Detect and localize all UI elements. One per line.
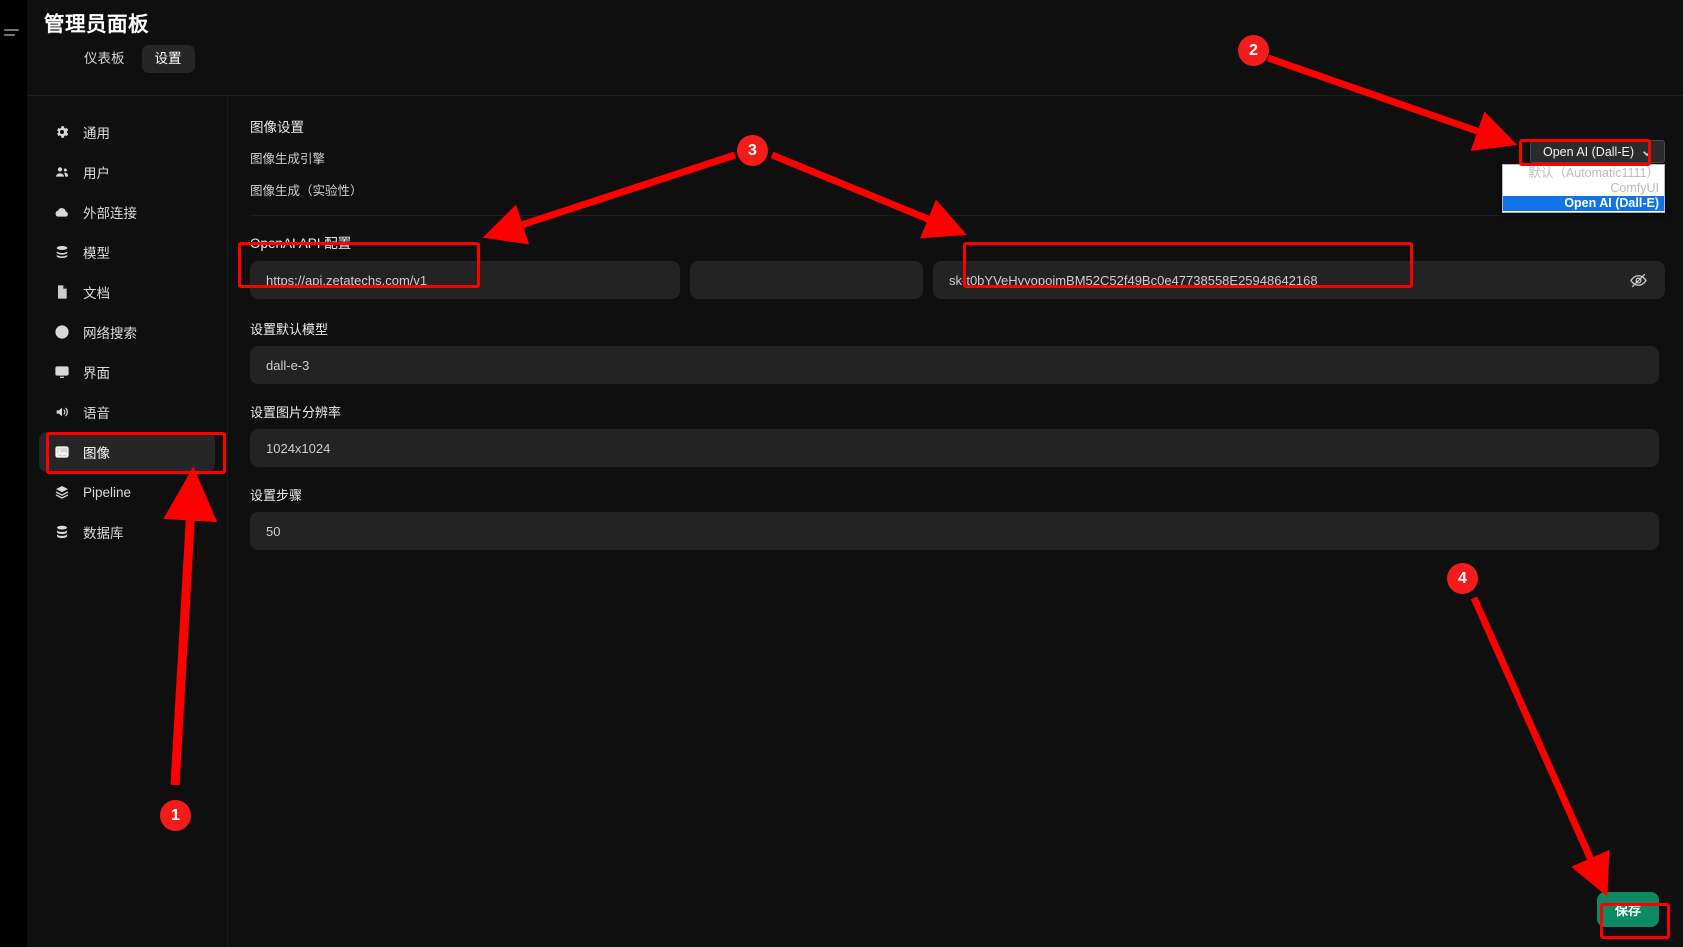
sidebar-item-general[interactable]: 通用	[39, 112, 215, 152]
sidebar-item-label: 用户	[83, 166, 110, 181]
tab-settings[interactable]: 设置	[141, 45, 195, 73]
experimental-row-label: 图像生成（实验性）	[250, 183, 363, 198]
sidebar-item-label: Pipeline	[83, 484, 132, 500]
sidebar-item-label: 文档	[83, 286, 110, 301]
api-field-spacer	[690, 261, 923, 299]
page-title: 管理员面板	[44, 13, 149, 36]
sidebar-item-documents[interactable]: 文档	[39, 272, 215, 312]
image-config-fields: 设置默认模型 dall-e-3 设置图片分辨率 1024x1024 设置步骤 5…	[238, 319, 1665, 550]
settings-sidebar: 通用 用户 外部连接 模型 文档 网络搜索 界面 语音 图像 Pipeline …	[27, 96, 228, 947]
section-divider	[250, 215, 1653, 216]
sidebar-item-label: 外部连接	[83, 206, 137, 221]
image-size-input[interactable]: 1024x1024	[250, 429, 1659, 467]
sidebar-item-label: 网络搜索	[83, 326, 137, 341]
image-engine-option-comfyui[interactable]: ComfyUI	[1503, 181, 1664, 196]
speaker-icon	[53, 403, 71, 421]
users-icon	[53, 163, 71, 181]
monitor-icon	[53, 363, 71, 381]
api-section-title: OpenAI API 配置	[250, 236, 352, 251]
save-button[interactable]: 保存	[1596, 892, 1659, 927]
engine-row: 图像生成引擎	[238, 145, 1665, 169]
sidebar-item-label: 通用	[83, 126, 110, 141]
api-key-input[interactable]: sk-t0bYVeHvyopoimBM52C52f49Bc0e47738558E…	[933, 261, 1665, 299]
tab-dashboard[interactable]: 仪表板	[71, 45, 138, 73]
image-engine-option-openai-dalle[interactable]: Open AI (Dall-E)	[1503, 196, 1664, 211]
api-field-row: https://api.zetatechs.com/v1 sk-t0bYVeHv…	[238, 261, 1665, 299]
cloud-icon	[53, 203, 71, 221]
image-engine-select-value: Open AI (Dall-E)	[1542, 144, 1634, 159]
sidebar-item-external-connections[interactable]: 外部连接	[39, 192, 215, 232]
gear-icon	[53, 123, 71, 141]
sidebar-item-label: 界面	[83, 366, 110, 381]
experimental-row: 图像生成（实验性）	[238, 177, 1665, 201]
admin-panel-window: 管理员面板 仪表板 设置 通用 用户 外部连接 模型 文档 网络搜索 界面 语音…	[0, 0, 1683, 947]
left-rail	[0, 0, 27, 947]
document-icon	[53, 283, 71, 301]
sidebar-item-interface[interactable]: 界面	[39, 352, 215, 392]
chevron-down-icon	[1642, 147, 1652, 157]
sidebar-item-models[interactable]: 模型	[39, 232, 215, 272]
sidebar-item-label: 数据库	[83, 526, 124, 541]
globe-icon	[53, 323, 71, 341]
sidebar-item-label: 图像	[83, 446, 110, 461]
api-base-url-input[interactable]: https://api.zetatechs.com/v1	[250, 261, 680, 299]
section-title: 图像设置	[250, 120, 304, 135]
sidebar-item-users[interactable]: 用户	[39, 152, 215, 192]
layers-icon	[53, 243, 71, 261]
panel-toggle-icon[interactable]	[4, 26, 22, 42]
steps-label: 设置步骤	[250, 488, 303, 503]
default-model-input[interactable]: dall-e-3	[250, 346, 1659, 384]
image-icon	[53, 443, 71, 461]
api-key-value: sk-t0bYVeHvyopoimBM52C52f49Bc0e47738558E…	[949, 272, 1318, 288]
sidebar-item-web-search[interactable]: 网络搜索	[39, 312, 215, 352]
image-settings-panel: 图像设置 图像生成引擎 图像生成（实验性） OpenAI API 配置 http…	[228, 96, 1683, 947]
sidebar-item-label: 模型	[83, 246, 110, 261]
page-header: 管理员面板 仪表板 设置	[27, 0, 1683, 95]
sidebar-item-audio[interactable]: 语音	[39, 392, 215, 432]
tabbar: 仪表板 设置	[71, 45, 195, 73]
image-engine-option-automatic1111[interactable]: 默认（Automatic1111）	[1503, 166, 1664, 181]
sidebar-item-label: 语音	[83, 406, 110, 421]
eye-off-icon[interactable]	[1627, 269, 1649, 291]
default-model-label: 设置默认模型	[250, 322, 329, 337]
sidebar-item-database[interactable]: 数据库	[39, 512, 215, 552]
image-engine-select-wrap: Open AI (Dall-E) 默认（Automatic1111） Comfy…	[1502, 140, 1665, 213]
steps-input[interactable]: 50	[250, 512, 1659, 550]
engine-row-label: 图像生成引擎	[250, 151, 326, 166]
image-size-label: 设置图片分辨率	[250, 405, 342, 420]
sidebar-item-pipeline[interactable]: Pipeline	[39, 472, 215, 512]
image-engine-dropdown: 默认（Automatic1111） ComfyUI Open AI (Dall-…	[1502, 164, 1665, 213]
image-engine-select[interactable]: Open AI (Dall-E)	[1530, 140, 1665, 163]
stack-icon	[53, 483, 71, 501]
database-icon	[53, 523, 71, 541]
sidebar-item-images[interactable]: 图像	[39, 432, 215, 472]
